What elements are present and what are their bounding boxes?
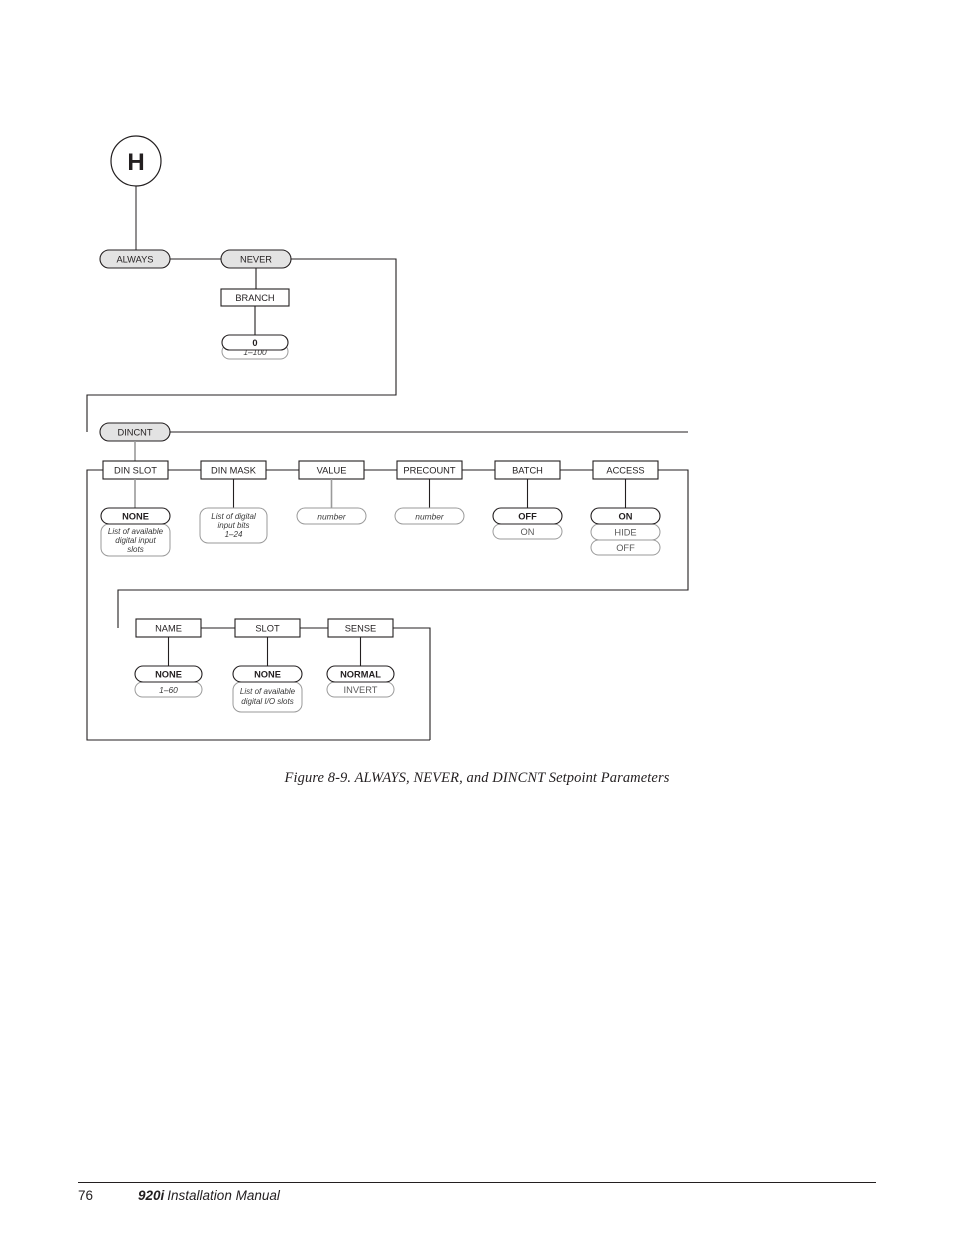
node-batch-opt1-label: OFF bbox=[518, 512, 537, 522]
node-sense-opt1-label: NORMAL bbox=[340, 670, 381, 680]
node-dincnt[interactable]: DINCNT bbox=[99, 422, 171, 442]
node-din-mask[interactable]: DIN MASK bbox=[200, 460, 267, 480]
node-access[interactable]: ACCESS bbox=[592, 460, 659, 480]
node-name[interactable]: NAME bbox=[135, 618, 202, 638]
node-name-label: NAME bbox=[155, 624, 182, 634]
node-din-slot-list-line3: slots bbox=[127, 545, 143, 554]
node-value-options[interactable]: number bbox=[296, 507, 367, 525]
node-dincnt-label: DINCNT bbox=[117, 428, 152, 438]
node-din-slot-list-line2: digital input bbox=[115, 536, 156, 545]
node-access-opt2-label: HIDE bbox=[614, 528, 636, 538]
node-precount-options[interactable]: number bbox=[394, 507, 465, 525]
node-name-options[interactable]: 1–60 NONE bbox=[134, 665, 203, 698]
node-slot-label: SLOT bbox=[255, 624, 280, 634]
node-slot-list-line2: digital I/O slots bbox=[241, 697, 293, 706]
node-din-slot-label: DIN SLOT bbox=[114, 466, 157, 476]
node-always[interactable]: ALWAYS bbox=[99, 249, 171, 269]
node-slot-list-line1: List of available bbox=[240, 687, 296, 696]
node-batch-opt2-label: ON bbox=[521, 527, 535, 537]
node-din-slot[interactable]: DIN SLOT bbox=[102, 460, 169, 480]
connector-h: H bbox=[110, 135, 162, 187]
node-access-options[interactable]: OFF HIDE ON bbox=[590, 507, 661, 556]
node-branch-default-label: 0 bbox=[252, 338, 257, 348]
node-value[interactable]: VALUE bbox=[298, 460, 365, 480]
node-slot-options[interactable]: List of available digital I/O slots NONE bbox=[232, 665, 303, 713]
node-value-opt-label: number bbox=[317, 512, 347, 522]
node-value-label: VALUE bbox=[317, 466, 347, 476]
node-never-label: NEVER bbox=[240, 255, 272, 265]
footer-model-name: 920i bbox=[138, 1188, 165, 1203]
connector-h-label: H bbox=[127, 149, 144, 176]
node-branch[interactable]: BRANCH bbox=[220, 288, 290, 307]
node-access-opt1-label: ON bbox=[619, 512, 633, 522]
node-din-mask-list-line2: input bits bbox=[217, 521, 249, 530]
node-branch-label: BRANCH bbox=[235, 293, 274, 303]
page-footer: 76 920i Installation Manual bbox=[78, 1182, 876, 1222]
node-din-mask-list-line3: 1–24 bbox=[225, 530, 243, 539]
node-slot-default-label: NONE bbox=[254, 670, 281, 680]
node-batch-options[interactable]: ON OFF bbox=[492, 507, 563, 540]
node-name-range-label: 1–60 bbox=[159, 685, 178, 695]
node-access-label: ACCESS bbox=[606, 466, 644, 476]
node-din-mask-options[interactable]: List of digital input bits 1–24 bbox=[199, 507, 268, 544]
node-sense-label: SENSE bbox=[345, 624, 377, 634]
footer-divider bbox=[78, 1182, 876, 1183]
node-sense-opt2-label: INVERT bbox=[344, 685, 378, 695]
node-din-mask-label: DIN MASK bbox=[211, 466, 257, 476]
node-always-label: ALWAYS bbox=[116, 255, 153, 265]
node-branch-values[interactable]: 1–100 0 bbox=[221, 334, 289, 360]
node-name-default-label: NONE bbox=[155, 670, 182, 680]
footer-manual-name: Installation Manual bbox=[167, 1188, 280, 1203]
node-access-opt3-label: OFF bbox=[616, 543, 635, 553]
node-precount-opt-label: number bbox=[415, 512, 445, 522]
node-din-slot-list-line1: List of available bbox=[108, 527, 164, 536]
node-slot[interactable]: SLOT bbox=[234, 618, 301, 638]
node-sense[interactable]: SENSE bbox=[327, 618, 394, 638]
node-batch[interactable]: BATCH bbox=[494, 460, 561, 480]
node-never[interactable]: NEVER bbox=[220, 249, 292, 269]
footer-page-number: 76 bbox=[78, 1188, 94, 1203]
figure-caption: Figure 8-9. ALWAYS, NEVER, and DINCNT Se… bbox=[284, 770, 670, 786]
node-sense-options[interactable]: INVERT NORMAL bbox=[326, 665, 395, 698]
wire-sense-return bbox=[393, 627, 431, 740]
node-din-mask-list-line1: List of digital bbox=[211, 512, 256, 521]
node-din-slot-default-label: NONE bbox=[122, 512, 149, 522]
node-precount-label: PRECOUNT bbox=[403, 466, 455, 476]
figure-flowchart: H ALWAYS NEVER BRANCH 1–100 0 DINCNT DIN… bbox=[86, 135, 689, 741]
footer-content: 76 920i Installation Manual bbox=[78, 1188, 280, 1203]
page-canvas: H ALWAYS NEVER BRANCH 1–100 0 DINCNT DIN… bbox=[0, 0, 954, 1235]
node-precount[interactable]: PRECOUNT bbox=[396, 460, 463, 480]
node-batch-label: BATCH bbox=[512, 466, 543, 476]
node-din-slot-options[interactable]: List of available digital input slots NO… bbox=[100, 507, 171, 557]
